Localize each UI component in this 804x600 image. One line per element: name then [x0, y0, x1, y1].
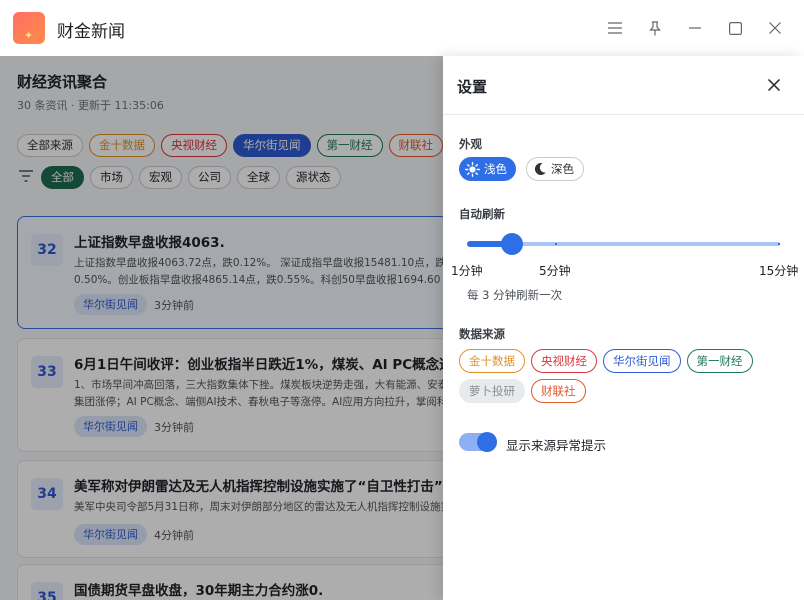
menu-icon: [608, 22, 622, 34]
pin-button[interactable]: [643, 16, 667, 40]
data-source-chip[interactable]: 华尔街见闻: [603, 349, 681, 373]
data-sources-label: 数据来源: [459, 327, 505, 341]
slider-min-label: 1分钟: [451, 264, 483, 278]
toggle-knob: [477, 432, 497, 452]
close-icon: [768, 79, 780, 91]
data-source-chip[interactable]: 央视财经: [531, 349, 597, 373]
sun-icon: [465, 161, 480, 177]
minimize-icon: [689, 27, 701, 29]
theme-light-button[interactable]: 浅色: [459, 157, 516, 181]
data-source-chip[interactable]: 第一财经: [686, 349, 753, 373]
settings-panel: 设置 外观 浅色 深色 自动刷新 1分钟 5分钟 15分钟 每 3 分钟刷新一次…: [443, 56, 804, 600]
minimize-button[interactable]: [683, 16, 707, 40]
theme-dark-button[interactable]: 深色: [526, 157, 584, 181]
data-sources-list: 金十数据 央视财经 华尔街见闻 第一财经萝卜投研 财联社: [459, 349, 789, 403]
slider-mark: [778, 243, 780, 245]
theme-dark-label: 深色: [551, 162, 574, 176]
settings-header: 设置: [443, 56, 804, 115]
auto-refresh-label: 自动刷新: [459, 207, 505, 221]
app-logo-icon: ✦: [13, 12, 45, 44]
slider-max-label: 15分钟: [759, 264, 799, 278]
title-bar: ✦ 财金新闻: [0, 0, 804, 56]
appearance-label: 外观: [459, 137, 482, 151]
maximize-button[interactable]: [723, 16, 747, 40]
maximize-icon: [728, 21, 742, 35]
menu-button[interactable]: [603, 16, 627, 40]
pin-icon: [649, 20, 661, 35]
settings-close-button[interactable]: [765, 76, 783, 94]
source-alert-label: 显示来源异常提示: [506, 438, 607, 453]
data-source-chip[interactable]: 金十数据: [459, 349, 525, 373]
source-alert-toggle[interactable]: [459, 432, 497, 452]
slider-mid-label: 5分钟: [539, 264, 571, 278]
close-icon: [769, 22, 781, 34]
refresh-slider-thumb[interactable]: [500, 233, 523, 255]
moon-icon: [534, 162, 546, 175]
close-window-button[interactable]: [763, 16, 787, 40]
refresh-interval-note: 每 3 分钟刷新一次: [467, 288, 563, 302]
data-source-chip[interactable]: 财联社: [531, 379, 586, 403]
app-title: 财金新闻: [57, 22, 125, 42]
settings-title: 设置: [457, 78, 488, 96]
theme-light-label: 浅色: [484, 162, 507, 176]
slider-mark: [555, 243, 557, 245]
data-source-chip[interactable]: 萝卜投研: [459, 379, 525, 403]
